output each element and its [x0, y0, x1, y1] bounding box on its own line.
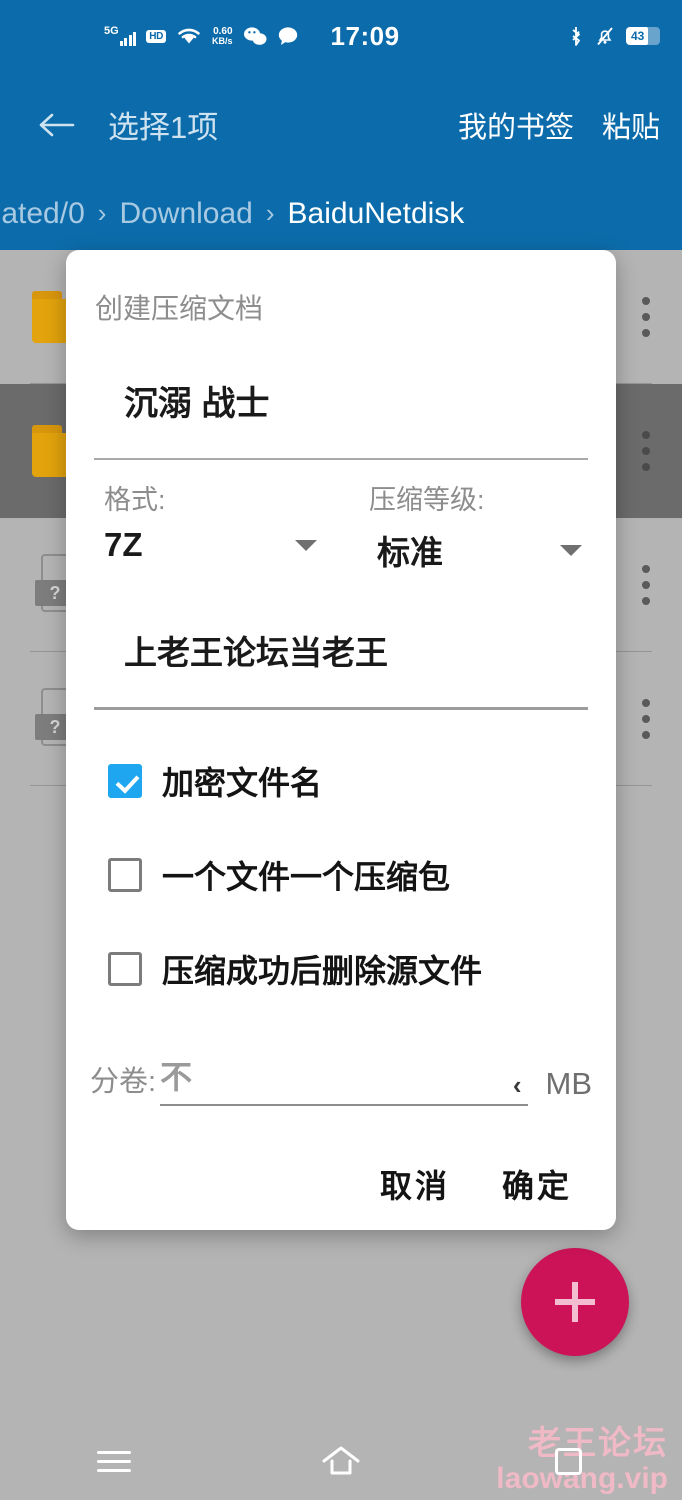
- breadcrumb-separator: ›: [97, 198, 107, 228]
- compression-level-value: 标准: [377, 534, 443, 571]
- checkbox-label: 一个文件一个压缩包: [162, 859, 451, 895]
- back-button[interactable]: [28, 96, 86, 154]
- chevron-left-icon[interactable]: ‹: [513, 1072, 522, 1098]
- divider: [94, 707, 588, 710]
- status-bar-clock: 17:09: [330, 20, 400, 51]
- breadcrumb-item-0[interactable]: ulated/0: [0, 197, 85, 231]
- plus-icon: [555, 1282, 595, 1322]
- checkbox-row-delete-source[interactable]: 压缩成功后删除源文件: [66, 946, 616, 992]
- breadcrumb-item-1[interactable]: Download: [119, 197, 252, 231]
- signal-bars-icon: [119, 31, 137, 46]
- nav-menu-button[interactable]: [0, 1422, 227, 1500]
- nav-home-button[interactable]: [227, 1422, 454, 1500]
- status-bar: 5G HD 0.60 KB/s 17:09 43: [0, 0, 682, 72]
- confirm-button[interactable]: 确定: [502, 1161, 572, 1207]
- compression-level-select-group: 压缩等级: 标准: [341, 478, 588, 574]
- home-icon: [322, 1446, 360, 1475]
- menu-icon: [96, 1445, 131, 1478]
- row-overflow-menu-icon[interactable]: [632, 425, 660, 477]
- checkbox-one-archive-per-file[interactable]: [108, 858, 142, 892]
- checkbox-delete-source-after[interactable]: [108, 952, 142, 986]
- message-bubble-icon: [278, 27, 297, 45]
- battery-indicator: 43: [626, 27, 660, 45]
- wifi-icon: [178, 28, 200, 44]
- split-volume-label: 分卷:: [90, 1066, 157, 1098]
- format-label: 格式:: [104, 485, 166, 515]
- format-dropdown[interactable]: 7Z: [94, 526, 341, 564]
- network-speed-value: 0.60: [213, 25, 233, 37]
- square-icon: [554, 1447, 582, 1475]
- format-select-group: 格式: 7Z: [94, 478, 341, 574]
- bluetooth-icon: [572, 27, 580, 46]
- page-title: 选择1项: [108, 110, 219, 145]
- breadcrumb-separator: ›: [265, 198, 275, 228]
- status-bar-right: 43: [568, 25, 660, 47]
- checkbox-row-one-archive-per-file[interactable]: 一个文件一个压缩包: [66, 852, 616, 898]
- mute-bell-icon: [597, 27, 613, 46]
- split-volume-unit: MB: [545, 1066, 593, 1101]
- format-value: 7Z: [104, 526, 143, 563]
- row-overflow-menu-icon[interactable]: [632, 559, 660, 611]
- chevron-down-icon: [295, 539, 317, 551]
- wechat-icon: [243, 27, 267, 45]
- breadcrumb: ulated/0 › Download › BaiduNetdisk: [0, 177, 682, 250]
- breadcrumb-item-2[interactable]: BaiduNetdisk: [288, 197, 465, 231]
- checkbox-row-encrypt-filenames[interactable]: 加密文件名: [66, 758, 616, 804]
- row-overflow-menu-icon[interactable]: [632, 291, 660, 343]
- split-volume-row: 分卷: 不 ‹ MB: [66, 1052, 616, 1106]
- checkbox-encrypt-filenames[interactable]: [108, 764, 142, 798]
- battery-percent-label: 43: [631, 29, 645, 43]
- row-overflow-menu-icon[interactable]: [632, 693, 660, 745]
- compression-level-label: 压缩等级:: [369, 485, 485, 515]
- compression-level-dropdown[interactable]: 标准: [341, 526, 588, 574]
- status-bar-left: 5G HD 0.60 KB/s 17:09: [104, 21, 400, 52]
- arrow-left-icon: [39, 113, 75, 136]
- checkbox-label: 压缩成功后删除源文件: [162, 953, 483, 989]
- paste-button[interactable]: 粘贴: [602, 104, 660, 146]
- cellular-signal-icon: 5G: [104, 25, 137, 46]
- chevron-down-icon: [560, 544, 582, 556]
- phone-screen: 5G HD 0.60 KB/s 17:09 43 选择1项 我的书签 粘贴 at…: [0, 0, 682, 1500]
- divider: [94, 458, 588, 460]
- add-floating-action-button[interactable]: [521, 1248, 629, 1356]
- network-type-label: 5G: [104, 25, 119, 37]
- checkbox-label: 加密文件名: [162, 765, 323, 801]
- dialog-title: 创建压缩文档: [95, 293, 264, 324]
- my-bookmarks-button[interactable]: 我的书签: [458, 104, 574, 146]
- archive-options-row: 格式: 7Z 压缩等级: 标准: [66, 478, 616, 574]
- split-volume-value: 不: [160, 1059, 193, 1095]
- app-toolbar: 选择1项 我的书签 粘贴: [0, 72, 682, 177]
- nav-recents-button[interactable]: [455, 1422, 682, 1500]
- hd-voice-icon: HD: [146, 29, 167, 43]
- system-navigation-bar: [0, 1422, 682, 1500]
- password-input[interactable]: 上老王论坛当老王: [124, 626, 616, 674]
- toolbar-actions: 我的书签 粘贴: [458, 104, 660, 146]
- network-speed-indicator: 0.60 KB/s: [212, 25, 233, 46]
- network-speed-unit: KB/s: [212, 35, 233, 46]
- create-archive-dialog: 创建压缩文档 沉溺 战士 格式: 7Z 压缩等级: 标准 上老王论坛当老王 加密…: [66, 250, 616, 1230]
- cancel-button[interactable]: 取消: [380, 1161, 450, 1207]
- dialog-actions: 取消 确定: [66, 1161, 616, 1207]
- archive-name-input[interactable]: 沉溺 战士: [124, 376, 616, 425]
- split-volume-input[interactable]: 不 ‹: [160, 1052, 528, 1106]
